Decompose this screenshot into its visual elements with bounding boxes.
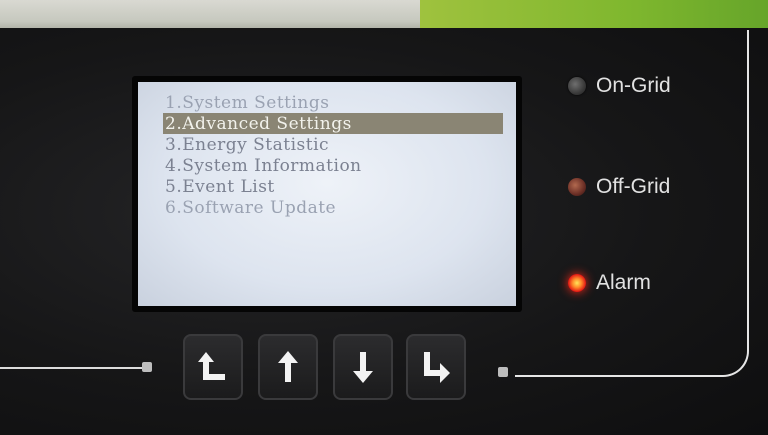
arrow-up-icon: [278, 351, 298, 382]
menu-item-energy-statistic[interactable]: 3.Energy Statistic: [163, 134, 503, 155]
down-button[interactable]: [333, 334, 393, 400]
alarm-led-icon: [568, 274, 586, 292]
back-button[interactable]: [183, 334, 243, 400]
return-up-icon: [198, 352, 225, 380]
green-stripe: [420, 0, 768, 30]
indicator-on-grid: On-Grid: [568, 74, 671, 98]
alarm-label: Alarm: [596, 271, 651, 294]
on-grid-label: On-Grid: [596, 74, 671, 97]
menu-item-advanced-settings[interactable]: 2.Advanced Settings: [163, 113, 503, 134]
off-grid-led-icon: [568, 178, 586, 196]
menu-item-software-update[interactable]: 6.Software Update: [163, 197, 503, 218]
indicator-alarm: Alarm: [568, 271, 651, 295]
outline-endcap-right: [498, 367, 508, 377]
indicator-off-grid: Off-Grid: [568, 175, 670, 199]
arrow-down-icon: [353, 352, 373, 383]
up-button[interactable]: [258, 334, 318, 400]
menu-item-event-list[interactable]: 5.Event List: [163, 176, 503, 197]
menu-item-system-settings[interactable]: 1.System Settings: [163, 92, 503, 113]
menu-item-system-information[interactable]: 4.System Information: [163, 155, 503, 176]
enter-icon: [424, 352, 450, 383]
panel-outline-left: [0, 367, 144, 369]
enter-button[interactable]: [406, 334, 466, 400]
outline-endcap-left: [142, 362, 152, 372]
on-grid-led-icon: [568, 77, 586, 95]
off-grid-label: Off-Grid: [596, 175, 671, 198]
lcd-menu: 1.System Settings 2.Advanced Settings 3.…: [163, 92, 503, 218]
